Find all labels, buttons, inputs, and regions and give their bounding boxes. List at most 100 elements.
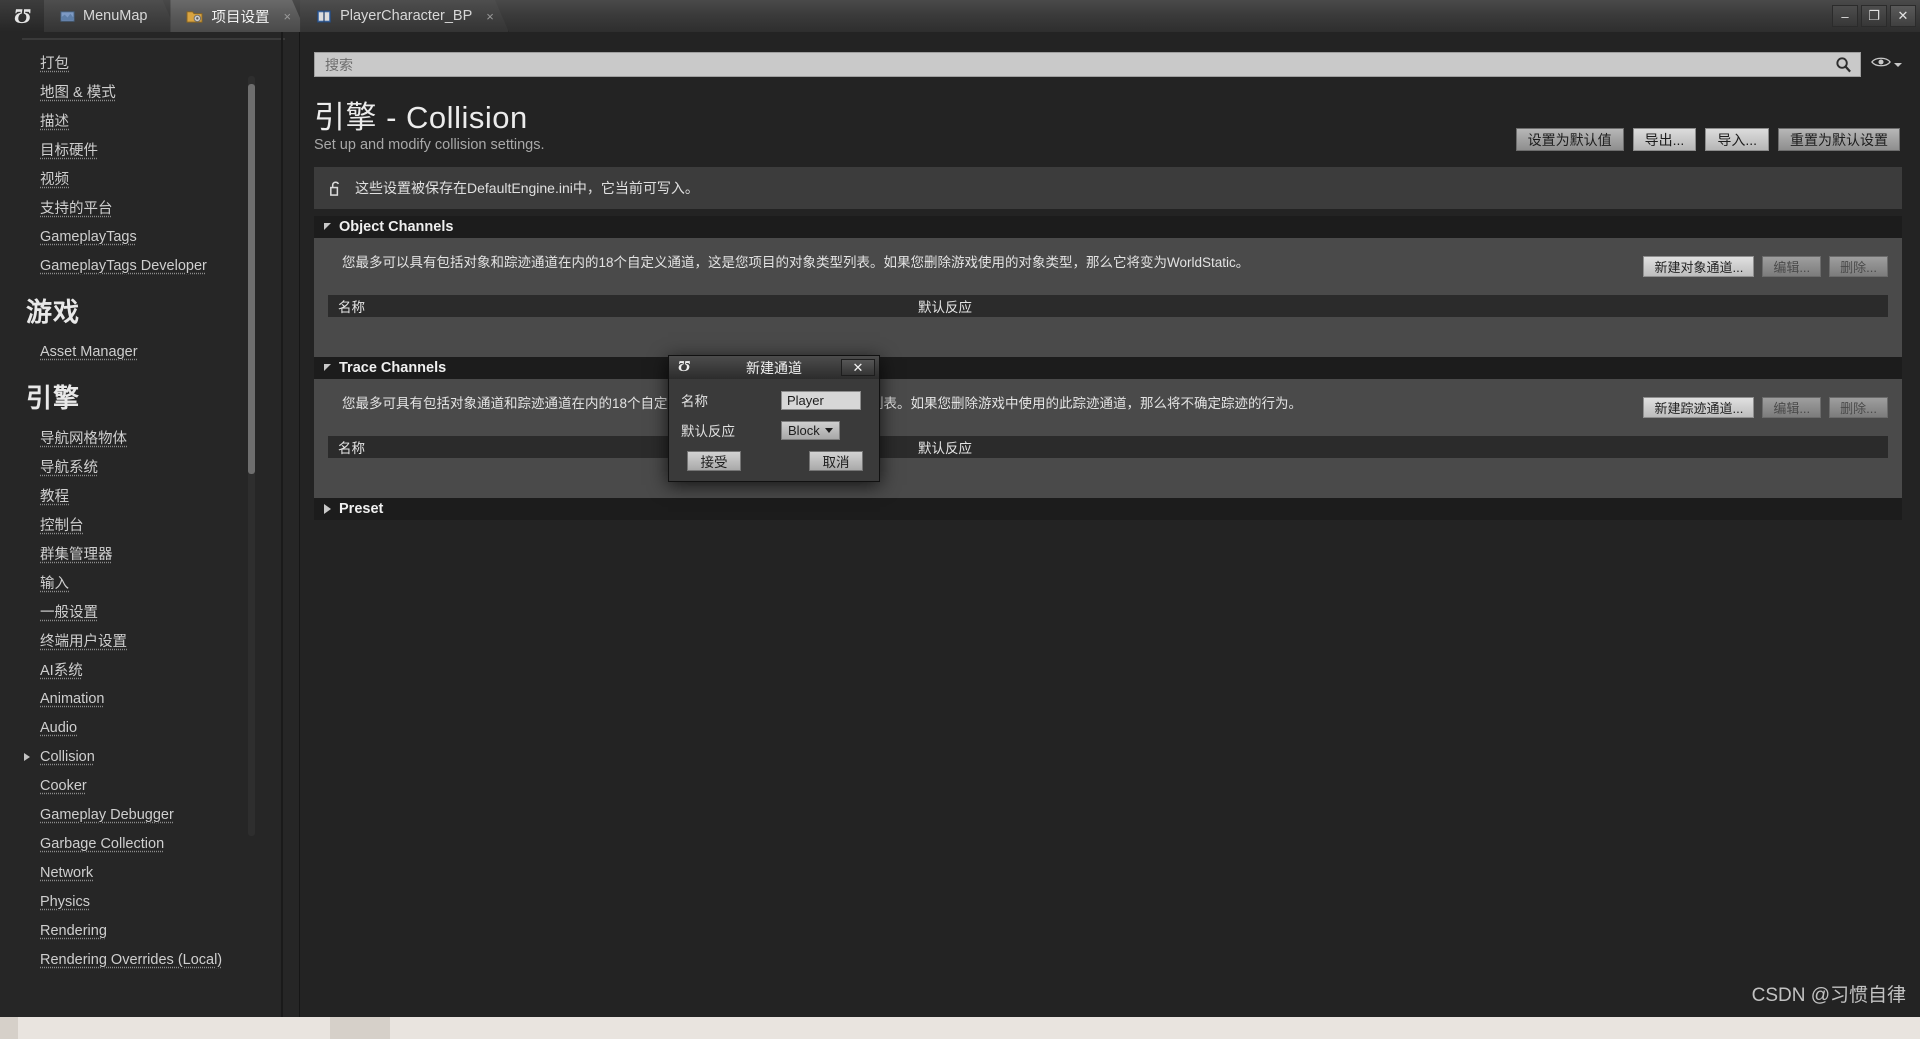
tab-close-icon[interactable]: × xyxy=(283,10,291,23)
sidebar-item-rendering-overrides-local[interactable]: Rendering Overrides (Local) xyxy=(0,945,299,974)
trace-channels-table-rows xyxy=(314,458,1902,474)
sidebar-item-label: 教程 xyxy=(40,489,69,505)
section-description: 您最多可以具有包括对象和踪迹通道在内的18个自定义通道，这是您项目的对象类型列表… xyxy=(342,255,1250,270)
eye-icon xyxy=(1871,55,1891,74)
column-header-default-response: 默认反应 xyxy=(918,440,972,456)
search-icon[interactable] xyxy=(1835,56,1852,73)
sidebar-item-label: 输入 xyxy=(40,576,69,592)
sidebar-item-label: 控制台 xyxy=(40,518,84,534)
sidebar-item-label: 视频 xyxy=(40,172,69,188)
project-settings-icon xyxy=(186,9,203,24)
search-input[interactable]: 搜索 xyxy=(314,52,1861,77)
sidebar-item-label: 终端用户设置 xyxy=(40,634,127,650)
maximize-button[interactable]: ❐ xyxy=(1861,5,1887,27)
cancel-button[interactable]: 取消 xyxy=(809,451,863,471)
section-header-preset[interactable]: Preset xyxy=(314,498,1902,520)
sidebar-item-label: Rendering xyxy=(40,922,107,939)
new-channel-dialog: Ʊ 新建通道 ✕ 名称 Player 默认反应 Block 接受 取消 xyxy=(668,355,880,482)
sidebar-item-network[interactable]: Network xyxy=(0,858,299,887)
tab-menumap[interactable]: MenuMap xyxy=(44,0,176,32)
page-toolbar: 设置为默认值 导出... 导入... 重置为默认设置 xyxy=(1515,128,1900,151)
dialog-response-label: 默认反应 xyxy=(681,424,735,439)
section-title: Object Channels xyxy=(339,219,454,235)
dialog-name-label: 名称 xyxy=(681,394,708,409)
close-button[interactable]: ✕ xyxy=(1890,5,1916,27)
import-button[interactable]: 导入... xyxy=(1705,128,1769,151)
sidebar-item-label: GameplayTags Developer xyxy=(40,257,207,274)
page-subtitle: Set up and modify collision settings. xyxy=(314,137,545,153)
unreal-logo: Ʊ xyxy=(0,0,44,32)
channel-name-input[interactable]: Player xyxy=(781,390,861,410)
new-object-channel-button[interactable]: 新建对象通道... xyxy=(1643,256,1755,277)
sidebar-item-physics[interactable]: Physics xyxy=(0,887,299,916)
default-response-value: Block xyxy=(788,422,820,438)
sidebar-item-[interactable]: 打包 xyxy=(0,48,299,77)
trace-channel-actions: 新建踪迹通道... 编辑... 删除... xyxy=(1643,397,1888,418)
section-body-trace-channels: 您最多可具有包括对象通道和踪迹通道在内的18个自定义通道。这是您的项目的踪迹通道… xyxy=(314,379,1902,499)
chevron-down-icon xyxy=(1894,62,1902,67)
sidebar-item-label: Animation xyxy=(40,690,105,707)
edit-trace-channel-button[interactable]: 编辑... xyxy=(1762,397,1822,418)
sidebar-item-label: Collision xyxy=(40,748,95,765)
taskbar-strip xyxy=(0,1017,1920,1039)
settings-content: 搜索 引擎 - Collision Set up and modify coll… xyxy=(300,32,1920,1017)
set-as-default-button[interactable]: 设置为默认值 xyxy=(1515,128,1624,151)
sidebar-item-label: 地图 & 模式 xyxy=(40,85,116,101)
column-header-default-response: 默认反应 xyxy=(918,299,972,315)
settings-file-info-text: 这些设置被保存在DefaultEngine.ini中，它当前可写入。 xyxy=(355,180,699,196)
dialog-buttons: 接受 取消 xyxy=(681,447,867,471)
section-object-channels: Object Channels 您最多可以具有包括对象和踪迹通道在内的18个自定… xyxy=(314,216,1902,358)
section-header-object-channels[interactable]: Object Channels xyxy=(314,216,1902,238)
delete-trace-channel-button[interactable]: 删除... xyxy=(1829,397,1888,418)
sidebar-item-label: Physics xyxy=(40,893,90,910)
section-body-object-channels: 您最多可以具有包括对象和踪迹通道在内的18个自定义通道，这是您项目的对象类型列表… xyxy=(314,238,1902,358)
edit-object-channel-button[interactable]: 编辑... xyxy=(1762,256,1822,277)
chevron-right-icon xyxy=(324,504,331,514)
sidebar-item-label: 描述 xyxy=(40,114,69,130)
window-controls: – ❐ ✕ xyxy=(1829,0,1920,32)
chevron-down-icon xyxy=(824,427,833,433)
title-bar-spacer xyxy=(503,0,1829,32)
dialog-body: 名称 Player 默认反应 Block 接受 取消 xyxy=(669,379,879,481)
sidebar-item-label: 一般设置 xyxy=(40,605,98,621)
tab-label: 项目设置 xyxy=(211,9,270,26)
sidebar-right-divider xyxy=(281,32,283,1017)
reset-to-default-button[interactable]: 重置为默认设置 xyxy=(1778,128,1900,151)
settings-sidebar: 打包 地图 & 模式 描述 目标硬件 视频 支持的平台 GameplayTags Gamepl… xyxy=(0,32,300,1017)
page-title: 引擎 - Collision xyxy=(314,100,528,135)
tab-label: PlayerCharacter_BP xyxy=(340,8,473,24)
sidebar-item-label: Rendering Overrides (Local) xyxy=(40,951,223,968)
sidebar-item-label: Garbage Collection xyxy=(40,835,165,852)
dialog-name-row: 名称 Player xyxy=(681,387,867,413)
sidebar-item-label: Asset Manager xyxy=(40,343,138,360)
chevron-right-icon[interactable] xyxy=(24,752,30,761)
search-placeholder: 搜索 xyxy=(325,56,353,73)
new-trace-channel-button[interactable]: 新建踪迹通道... xyxy=(1643,397,1755,418)
unlock-icon xyxy=(328,180,343,197)
accept-button[interactable]: 接受 xyxy=(687,451,741,471)
delete-object-channel-button[interactable]: 删除... xyxy=(1829,256,1888,277)
sidebar-item-rendering[interactable]: Rendering xyxy=(0,916,299,945)
sidebar-item-label: 导航网格物体 xyxy=(40,431,127,447)
export-button[interactable]: 导出... xyxy=(1632,128,1697,151)
object-channels-table-rows xyxy=(314,317,1902,333)
section-header-trace-channels[interactable]: Trace Channels xyxy=(314,357,1902,379)
main-body: 打包 地图 & 模式 描述 目标硬件 视频 支持的平台 GameplayTags Gamepl… xyxy=(0,32,1920,1017)
trace-channels-table-header: 名称 默认反应 xyxy=(328,435,1888,458)
sidebar-item-label: Cooker xyxy=(40,777,87,794)
sidebar-item-label: Network xyxy=(40,864,94,881)
sidebar-item-label: 导航系统 xyxy=(40,460,98,476)
sidebar-item-label: AI系统 xyxy=(40,663,83,679)
dialog-close-button[interactable]: ✕ xyxy=(841,359,875,376)
sidebar-item-label: GameplayTags xyxy=(40,228,137,245)
tab-playercharacter-bp[interactable]: PlayerCharacter_BP × xyxy=(300,0,509,32)
sidebar-scroll-thumb[interactable] xyxy=(248,84,255,474)
view-options-button[interactable] xyxy=(1871,55,1902,74)
object-channel-actions: 新建对象通道... 编辑... 删除... xyxy=(1643,256,1888,277)
minimize-button[interactable]: – xyxy=(1832,5,1858,27)
tab-close-icon[interactable]: × xyxy=(486,10,494,23)
settings-file-info-bar: 这些设置被保存在DefaultEngine.ini中，它当前可写入。 xyxy=(314,167,1902,209)
section-title: Trace Channels xyxy=(339,360,447,376)
default-response-select[interactable]: Block xyxy=(781,420,840,440)
tab-project-settings[interactable]: 项目设置 × xyxy=(170,0,306,32)
